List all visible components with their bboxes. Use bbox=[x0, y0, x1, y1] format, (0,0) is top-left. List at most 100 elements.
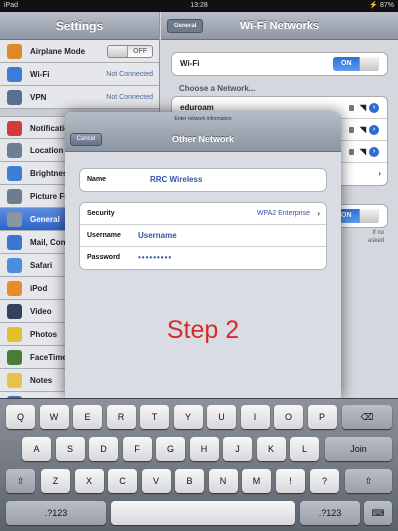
sidebar-item-label: General bbox=[30, 215, 60, 224]
password-field[interactable]: Password ••••••••• bbox=[80, 247, 326, 269]
key-k[interactable]: K bbox=[256, 437, 286, 461]
sidebar-item-label: Wi-Fi bbox=[30, 70, 50, 79]
onscreen-keyboard: Q W E R T Y U I O P ⌫ A S D F G H J K L Join ⇧ Z X C V B N M!? ⇧ .?… bbox=[0, 398, 398, 531]
info-icon[interactable]: › bbox=[369, 125, 379, 135]
key-h[interactable]: H bbox=[189, 437, 219, 461]
back-button-general[interactable]: General bbox=[167, 19, 204, 33]
key-question[interactable]: ? bbox=[310, 469, 339, 493]
name-field[interactable]: Name RRC Wireless bbox=[80, 169, 326, 191]
key-u[interactable]: U bbox=[207, 405, 236, 429]
key-p[interactable]: P bbox=[307, 405, 337, 429]
join-key[interactable]: Join bbox=[325, 437, 392, 461]
security-value: WPA2 Enterprise bbox=[256, 210, 310, 217]
name-group: Name RRC Wireless bbox=[79, 168, 327, 192]
sidebar-item-label: Safari bbox=[30, 261, 53, 270]
name-value[interactable]: RRC Wireless bbox=[150, 169, 202, 191]
key-s[interactable]: S bbox=[55, 437, 85, 461]
key-w[interactable]: W bbox=[39, 405, 69, 429]
key-l[interactable]: L bbox=[290, 437, 319, 461]
key-v[interactable]: V bbox=[141, 469, 171, 493]
lock-icon bbox=[349, 105, 354, 111]
wifi-signal-icon: ◥ bbox=[359, 125, 366, 134]
sidebar-item-vpn[interactable]: VPN Not Connected bbox=[0, 86, 159, 109]
facetime-icon bbox=[7, 350, 22, 365]
battery-level: ⚡ 87% bbox=[369, 2, 394, 9]
info-icon[interactable]: › bbox=[369, 147, 379, 157]
password-label: Password bbox=[87, 254, 121, 261]
key-o[interactable]: O bbox=[274, 405, 303, 429]
wifi-label: Wi-Fi bbox=[180, 59, 200, 68]
username-field[interactable]: Username Username bbox=[80, 225, 326, 247]
key-d[interactable]: D bbox=[89, 437, 118, 461]
security-row[interactable]: Security WPA2 Enterprise › bbox=[80, 203, 326, 225]
numbers-key-right[interactable]: .?123 bbox=[300, 501, 360, 525]
key-y[interactable]: Y bbox=[173, 405, 203, 429]
picture-frame-icon bbox=[7, 189, 22, 204]
username-value[interactable]: Username bbox=[138, 225, 177, 247]
sidebar-item-label: FaceTime bbox=[30, 353, 67, 362]
keyboard-dismiss-key[interactable]: ⌨ bbox=[364, 501, 392, 525]
name-label: Name bbox=[87, 176, 107, 183]
key-c[interactable]: C bbox=[108, 469, 137, 493]
sidebar-item-label: Airplane Mode bbox=[30, 47, 86, 56]
location-services-icon bbox=[7, 143, 22, 158]
wifi-signal-icon: ◥ bbox=[359, 147, 366, 156]
wifi-toggle-group: Wi-Fi ON bbox=[171, 52, 388, 76]
network-name: eduroam bbox=[180, 103, 214, 112]
key-exclamation[interactable]: ! bbox=[276, 469, 305, 493]
notifications-icon bbox=[7, 121, 22, 136]
wifi-signal-icon: ◥ bbox=[359, 103, 366, 112]
security-label: Security bbox=[87, 210, 115, 217]
notes-icon bbox=[7, 373, 22, 388]
photos-icon bbox=[7, 327, 22, 342]
key-a[interactable]: A bbox=[22, 437, 51, 461]
sidebar-item-label: VPN bbox=[30, 93, 47, 102]
key-j[interactable]: J bbox=[223, 437, 252, 461]
chevron-right-icon: › bbox=[378, 169, 381, 178]
shift-right-key[interactable]: ⇧ bbox=[345, 469, 392, 493]
brightness-icon bbox=[7, 166, 22, 181]
sidebar-item-label: Notes bbox=[30, 376, 53, 385]
key-e[interactable]: E bbox=[73, 405, 102, 429]
sidebar-item-label: Video bbox=[30, 307, 52, 316]
key-q[interactable]: Q bbox=[6, 405, 35, 429]
key-z[interactable]: Z bbox=[41, 469, 70, 493]
shift-left-key[interactable]: ⇧ bbox=[6, 469, 35, 493]
safari-icon bbox=[7, 258, 22, 273]
key-g[interactable]: G bbox=[156, 437, 185, 461]
status-time: 13:28 bbox=[190, 2, 208, 9]
mail-contacts-icon bbox=[7, 235, 22, 250]
step-caption: Step 2 bbox=[166, 316, 240, 344]
general-icon bbox=[7, 212, 22, 227]
key-b[interactable]: B bbox=[175, 469, 204, 493]
dialog-prompt: Enter network information bbox=[174, 116, 232, 122]
sidebar-item-wi-fi[interactable]: Wi-Fi Not Connected bbox=[0, 63, 159, 86]
sidebar-item-value: Not Connected bbox=[106, 94, 153, 101]
numbers-key-left[interactable]: .?123 bbox=[6, 501, 106, 525]
wifi-toggle-row: Wi-Fi ON bbox=[172, 53, 387, 75]
video-icon bbox=[7, 304, 22, 319]
credentials-group: Security WPA2 Enterprise › Username User… bbox=[79, 202, 327, 270]
sidebar-item-airplane-mode[interactable]: Airplane Mode OFF bbox=[0, 40, 159, 63]
key-n[interactable]: N bbox=[208, 469, 238, 493]
lock-icon bbox=[349, 127, 354, 133]
username-label: Username bbox=[87, 232, 121, 239]
space-bar[interactable] bbox=[111, 501, 295, 525]
wifi-pane-title: Wi-Fi Networks bbox=[239, 20, 320, 32]
sidebar-item-value: Not Connected bbox=[106, 71, 153, 78]
wifi-toggle[interactable]: ON bbox=[333, 57, 379, 71]
ipod-icon bbox=[7, 281, 22, 296]
key-x[interactable]: X bbox=[74, 469, 104, 493]
info-icon[interactable]: › bbox=[369, 103, 379, 113]
backspace-key[interactable]: ⌫ bbox=[342, 405, 392, 429]
wifi-pane-header: General Wi-Fi Networks bbox=[161, 12, 398, 40]
key-f[interactable]: F bbox=[122, 437, 152, 461]
key-t[interactable]: T bbox=[140, 405, 169, 429]
key-i[interactable]: I bbox=[240, 405, 270, 429]
lock-icon bbox=[349, 149, 354, 155]
airplane-mode-toggle[interactable]: OFF bbox=[107, 45, 153, 58]
choose-network-label: Choose a Network... bbox=[179, 84, 256, 93]
key-r[interactable]: R bbox=[106, 405, 136, 429]
key-m[interactable]: M bbox=[242, 469, 271, 493]
password-value[interactable]: ••••••••• bbox=[138, 247, 172, 269]
